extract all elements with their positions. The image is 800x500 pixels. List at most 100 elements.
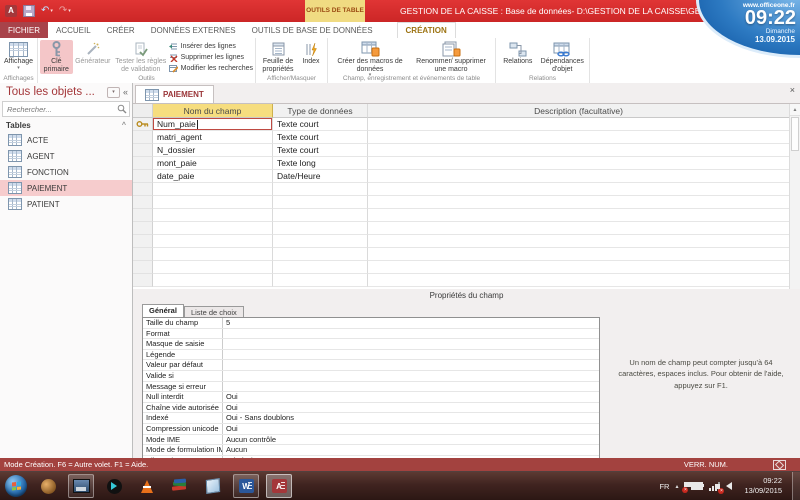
taskbar-vlc-button[interactable] [134, 474, 160, 498]
property-value[interactable] [223, 360, 599, 370]
nav-menu-icon[interactable]: ▾ [107, 87, 120, 98]
field-name-cell[interactable] [153, 248, 273, 261]
field-type-cell[interactable] [273, 274, 368, 287]
field-name-cell[interactable] [153, 222, 273, 235]
row-selector[interactable] [133, 131, 153, 144]
field-name-cell[interactable]: mont_paie [153, 157, 273, 170]
taskbar-image-viewer-button[interactable] [68, 474, 94, 498]
generateur-button[interactable]: Générateur [73, 40, 113, 74]
inserer-lignes-button[interactable]: Insérer des lignes [169, 41, 253, 51]
nav-section-tables[interactable]: Tables ^ [0, 119, 132, 132]
field-name-cell[interactable] [153, 235, 273, 248]
field-type-cell[interactable] [273, 248, 368, 261]
property-value[interactable] [223, 339, 599, 349]
tab-liste-de-choix[interactable]: Liste de choix [184, 306, 244, 317]
volume-icon[interactable] [726, 482, 732, 490]
save-button[interactable] [23, 3, 35, 19]
field-type-cell[interactable]: Texte court [273, 144, 368, 157]
field-name-cell[interactable] [153, 209, 273, 222]
property-value[interactable]: Aucun [223, 445, 599, 455]
tab-fichier[interactable]: FICHIER [0, 22, 48, 38]
redo-button[interactable]: ↷▾ [59, 3, 71, 19]
row-selector[interactable] [133, 196, 153, 209]
property-value[interactable]: Oui [223, 424, 599, 434]
property-value[interactable]: Oui [223, 403, 599, 413]
field-type-cell[interactable]: Texte long [273, 157, 368, 170]
field-type-cell[interactable] [273, 222, 368, 235]
row-selector[interactable] [133, 235, 153, 248]
field-desc-cell[interactable] [368, 144, 789, 157]
row-selector[interactable] [133, 248, 153, 261]
field-desc-cell[interactable] [368, 157, 789, 170]
vertical-scrollbar[interactable]: ▲ [789, 104, 800, 289]
field-type-cell[interactable]: Texte court [273, 131, 368, 144]
taskbar-browser-button[interactable] [35, 474, 61, 498]
field-type-cell[interactable]: Date/Heure [273, 170, 368, 183]
row-selector[interactable] [133, 144, 153, 157]
close-document-icon[interactable]: × [790, 86, 795, 95]
property-value[interactable] [223, 329, 599, 339]
creer-macros-button[interactable]: Créer des macros de données ▾ [330, 40, 410, 74]
renommer-macro-button[interactable]: Renommer/ supprimer une macro [410, 40, 492, 74]
field-type-cell[interactable] [273, 235, 368, 248]
tab-outils-bdd[interactable]: OUTILS DE BASE DE DONNÉES [244, 22, 381, 38]
field-name-cell[interactable]: Num_paie [153, 118, 273, 131]
field-desc-cell[interactable] [368, 118, 789, 131]
feuille-proprietes-button[interactable]: Feuille de propriétés [258, 40, 298, 74]
field-desc-cell[interactable] [368, 131, 789, 144]
show-desktop-button[interactable] [792, 472, 800, 500]
row-selector[interactable] [133, 209, 153, 222]
scroll-up-icon[interactable]: ▲ [790, 104, 800, 116]
search-input[interactable] [3, 105, 117, 114]
tester-regles-button[interactable]: Tester les règles de validation [113, 40, 169, 74]
property-value[interactable] [223, 382, 599, 392]
row-selector[interactable] [133, 274, 153, 287]
field-desc-cell[interactable] [368, 183, 789, 196]
field-desc-cell[interactable] [368, 209, 789, 222]
row-selector[interactable] [133, 118, 153, 131]
field-desc-cell[interactable] [368, 222, 789, 235]
cle-primaire-button[interactable]: Clé primaire [40, 40, 73, 74]
undo-button[interactable]: ↶▾ [41, 3, 53, 19]
field-name-cell[interactable]: date_paie [153, 170, 273, 183]
property-value[interactable]: 5 [223, 318, 599, 328]
battery-icon[interactable] [691, 482, 703, 490]
taskbar-media-player-button[interactable] [101, 474, 127, 498]
field-type-cell[interactable] [273, 183, 368, 196]
property-value[interactable]: Aucun contrôle [223, 435, 599, 445]
field-name-cell[interactable]: matri_agent [153, 131, 273, 144]
relations-button[interactable]: Relations [498, 40, 538, 74]
sidebar-item-agent[interactable]: AGENT [0, 148, 132, 164]
field-type-cell[interactable] [273, 196, 368, 209]
sidebar-item-fonction[interactable]: FONCTION [0, 164, 132, 180]
field-name-cell[interactable] [153, 274, 273, 287]
field-desc-cell[interactable] [368, 274, 789, 287]
tab-accueil[interactable]: ACCUEIL [48, 22, 99, 38]
property-value[interactable]: Oui [223, 392, 599, 402]
scrollbar-thumb[interactable] [791, 117, 799, 151]
nav-pane-header[interactable]: Tous les objets ... ▾ « [0, 83, 132, 100]
search-icon[interactable] [117, 104, 127, 114]
action-center-icon[interactable]: × [684, 482, 685, 491]
field-type-cell[interactable]: Texte court [273, 118, 368, 131]
row-selector[interactable] [133, 222, 153, 235]
property-value[interactable]: Oui - Sans doublons [223, 413, 599, 423]
index-button[interactable]: Index [298, 40, 324, 74]
supprimer-lignes-button[interactable]: Supprimer les lignes [169, 52, 253, 62]
taskbar-word-button[interactable]: W [233, 474, 259, 498]
field-desc-cell[interactable] [368, 170, 789, 183]
field-desc-cell[interactable] [368, 235, 789, 248]
affichage-button[interactable]: Affichage ▾ [2, 40, 35, 74]
property-value[interactable] [223, 371, 599, 381]
tab-creer[interactable]: CRÉER [99, 22, 143, 38]
field-name-cell[interactable]: N_dossier [153, 144, 273, 157]
start-button[interactable] [5, 475, 27, 497]
taskbar-cube-app-button[interactable] [200, 474, 226, 498]
field-type-cell[interactable] [273, 261, 368, 274]
field-desc-cell[interactable] [368, 261, 789, 274]
sidebar-item-patient[interactable]: PATIENT [0, 196, 132, 212]
dependances-button[interactable]: Dépendances d'objet [538, 40, 587, 74]
row-selector[interactable] [133, 157, 153, 170]
field-name-cell[interactable] [153, 196, 273, 209]
row-selector[interactable] [133, 261, 153, 274]
